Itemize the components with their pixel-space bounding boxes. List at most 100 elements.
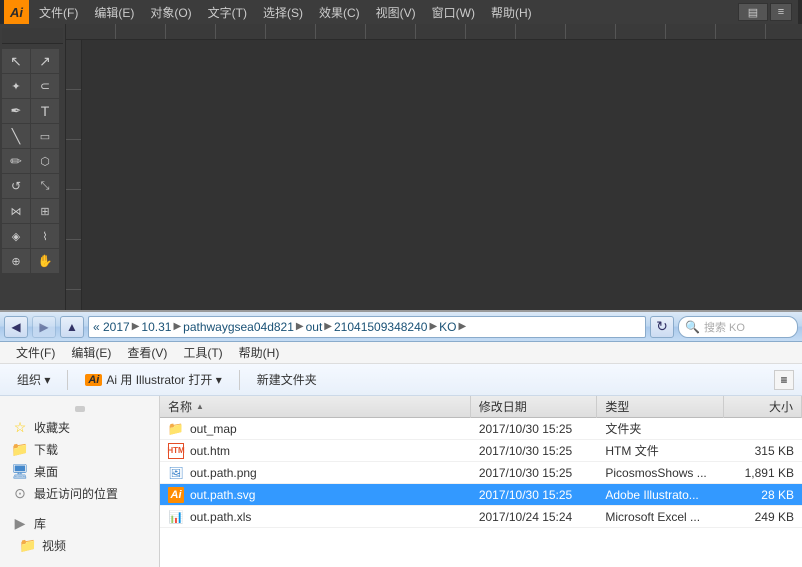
- tool-row-2: ✦ ⊂: [2, 74, 63, 98]
- file-list-area: 名称 ▲ 修改日期 类型 大小 📁 out_map 20: [160, 396, 802, 567]
- organize-label: 组织 ▾: [17, 371, 50, 388]
- ai-badge: Ai: [85, 374, 102, 386]
- desktop-label: 桌面: [34, 463, 58, 480]
- ai-menu-window[interactable]: 窗口(W): [424, 1, 483, 23]
- ai-menu-effect[interactable]: 效果(C): [311, 1, 368, 23]
- search-box[interactable]: 🔍 搜索 KO: [678, 316, 798, 338]
- eyedropper-tool[interactable]: ⌇: [31, 224, 59, 248]
- exp-menu-file[interactable]: 文件(F): [8, 342, 63, 364]
- recent-label: 最近访问的位置: [34, 485, 118, 502]
- file-date-outsvg: 2017/10/30 15:25: [471, 484, 598, 506]
- favorites-icon: ☆: [12, 419, 28, 435]
- sidebar-item-recent[interactable]: ⊙ 最近访问的位置: [0, 482, 159, 504]
- file-type-outsvg: Adobe Illustrato...: [597, 484, 724, 506]
- selection-tool[interactable]: ↖: [2, 49, 30, 73]
- col-header-type[interactable]: 类型: [597, 396, 724, 418]
- organize-button[interactable]: 组织 ▾: [8, 367, 59, 393]
- ai-menu-select[interactable]: 选择(S): [255, 1, 311, 23]
- html-icon: HTM: [168, 443, 184, 459]
- search-icon: 🔍: [685, 320, 700, 334]
- magic-wand-tool[interactable]: ✦: [2, 74, 30, 98]
- line-tool[interactable]: ╲: [2, 124, 30, 148]
- file-name-outhtm: HTM out.htm: [160, 440, 471, 462]
- hand-tool[interactable]: ✋: [31, 249, 59, 273]
- xls-icon: 📊: [168, 509, 184, 525]
- ai-menu-edit[interactable]: 编辑(E): [86, 1, 142, 23]
- ai-menu-text[interactable]: 文字(T): [200, 1, 255, 23]
- col-header-size[interactable]: 大小: [724, 396, 802, 418]
- text-tool[interactable]: T: [31, 99, 59, 123]
- file-row-outhtm[interactable]: HTM out.htm 2017/10/30 15:25 HTM 文件 315 …: [160, 440, 802, 462]
- ai-toolbar-btn-2[interactable]: ≡: [770, 3, 792, 21]
- ai-application: Ai 文件(F) 编辑(E) 对象(O) 文字(T) 选择(S) 效果(C) 视…: [0, 0, 802, 310]
- blend-tool[interactable]: ⋈: [2, 199, 30, 223]
- forward-button[interactable]: ▶: [32, 316, 56, 338]
- tool-row-7: ⋈ ⊞: [2, 199, 63, 223]
- back-button[interactable]: ◀: [4, 316, 28, 338]
- ai-canvas-area[interactable]: [66, 24, 802, 310]
- address-segment-2: 10.31: [141, 320, 171, 334]
- address-segment-6: KO: [439, 320, 456, 334]
- exp-menu-view[interactable]: 查看(V): [119, 342, 175, 364]
- ai-menu-help[interactable]: 帮助(H): [483, 1, 540, 23]
- scale-tool[interactable]: ⤡: [31, 174, 59, 198]
- ai-menu-view[interactable]: 视图(V): [368, 1, 424, 23]
- exp-menu-edit[interactable]: 编辑(E): [63, 342, 119, 364]
- file-row-outxls[interactable]: 📊 out.path.xls 2017/10/24 15:24 Microsof…: [160, 506, 802, 528]
- refresh-button[interactable]: ↻: [650, 316, 674, 338]
- sidebar: ☆ 收藏夹 📁 下载 🖥 桌面 ⊙ 最近访问的位置 ▶ 库 📁: [0, 396, 160, 567]
- tool-row-5: ✏ ⬡: [2, 149, 63, 173]
- mesh-tool[interactable]: ⊞: [31, 199, 59, 223]
- sidebar-item-desktop[interactable]: 🖥 桌面: [0, 460, 159, 482]
- lasso-tool[interactable]: ⊂: [31, 74, 59, 98]
- file-row-outmap[interactable]: 📁 out_map 2017/10/30 15:25 文件夹: [160, 418, 802, 440]
- direct-selection-tool[interactable]: ↗: [31, 49, 59, 73]
- rotate-tool[interactable]: ↺: [2, 174, 30, 198]
- ai-content-area: ↖ ↗ ✦ ⊂ ✒ T ╲ ▭ ✏ ⬡ ↺ ⤡: [0, 24, 802, 310]
- rectangle-tool[interactable]: ▭: [31, 124, 59, 148]
- ai-toolbar-btn-1[interactable]: ▤: [738, 3, 768, 21]
- toolbar-separator-1: [67, 370, 68, 390]
- tool-row-8: ◈ ⌇: [2, 224, 63, 248]
- sidebar-item-download[interactable]: 📁 下载: [0, 438, 159, 460]
- file-type-outpng: PicosmosShows ...: [597, 462, 724, 484]
- sidebar-item-video[interactable]: 📁 视频: [0, 534, 159, 556]
- col-header-name[interactable]: 名称 ▲: [160, 396, 471, 418]
- ai-logo: Ai: [4, 0, 29, 24]
- ai-menu-file[interactable]: 文件(F): [31, 1, 86, 23]
- file-row-outpng[interactable]: 🖼 out.path.png 2017/10/30 15:25 Picosmos…: [160, 462, 802, 484]
- recent-icon: ⊙: [12, 485, 28, 501]
- video-label: 视频: [42, 537, 66, 554]
- ai-left-toolbar: ↖ ↗ ✦ ⊂ ✒ T ╲ ▭ ✏ ⬡ ↺ ⤡: [0, 24, 66, 310]
- file-row-outsvg[interactable]: Ai out.path.svg 2017/10/30 15:25 Adobe I…: [160, 484, 802, 506]
- exp-menu-help[interactable]: 帮助(H): [231, 342, 288, 364]
- new-folder-button[interactable]: 新建文件夹: [248, 367, 326, 393]
- download-icon: 📁: [12, 441, 28, 457]
- ai-menu-object[interactable]: 对象(O): [142, 1, 199, 23]
- file-date-outmap: 2017/10/30 15:25: [471, 418, 598, 440]
- address-bar[interactable]: « 2017 ▶ 10.31 ▶ pathwaygsea04d821 ▶ out…: [88, 316, 646, 338]
- windows-explorer: ◀ ▶ ▲ « 2017 ▶ 10.31 ▶ pathwaygsea04d821…: [0, 310, 802, 567]
- gradient-tool[interactable]: ◈: [2, 224, 30, 248]
- file-size-outmap: [724, 418, 802, 440]
- sidebar-item-library: ▶ 库: [0, 512, 159, 534]
- zoom-tool[interactable]: ⊕: [2, 249, 30, 273]
- tool-row-1: ↖ ↗: [2, 49, 63, 73]
- toolbar-separator-2: [239, 370, 240, 390]
- eraser-tool[interactable]: ⬡: [31, 149, 59, 173]
- pencil-tool[interactable]: ✏: [2, 149, 30, 173]
- up-button[interactable]: ▲: [60, 316, 84, 338]
- exp-menu-tools[interactable]: 工具(T): [175, 342, 230, 364]
- file-type-outhtm: HTM 文件: [597, 440, 724, 462]
- view-toggle-button[interactable]: ≡: [774, 370, 794, 390]
- pen-tool[interactable]: ✒: [2, 99, 30, 123]
- col-header-date[interactable]: 修改日期: [471, 396, 598, 418]
- folder-icon: 📁: [168, 421, 184, 437]
- ai-menubar: 文件(F) 编辑(E) 对象(O) 文字(T) 选择(S) 效果(C) 视图(V…: [29, 0, 798, 24]
- favorites-label: 收藏夹: [34, 419, 70, 436]
- tool-row-9: ⊕ ✋: [2, 249, 63, 273]
- file-type-outxls: Microsoft Excel ...: [597, 506, 724, 528]
- ai-canvas[interactable]: [82, 40, 802, 310]
- open-in-illustrator-button[interactable]: Ai Ai 用 Illustrator 打开 ▾: [76, 367, 230, 393]
- tool-row-3: ✒ T: [2, 99, 63, 123]
